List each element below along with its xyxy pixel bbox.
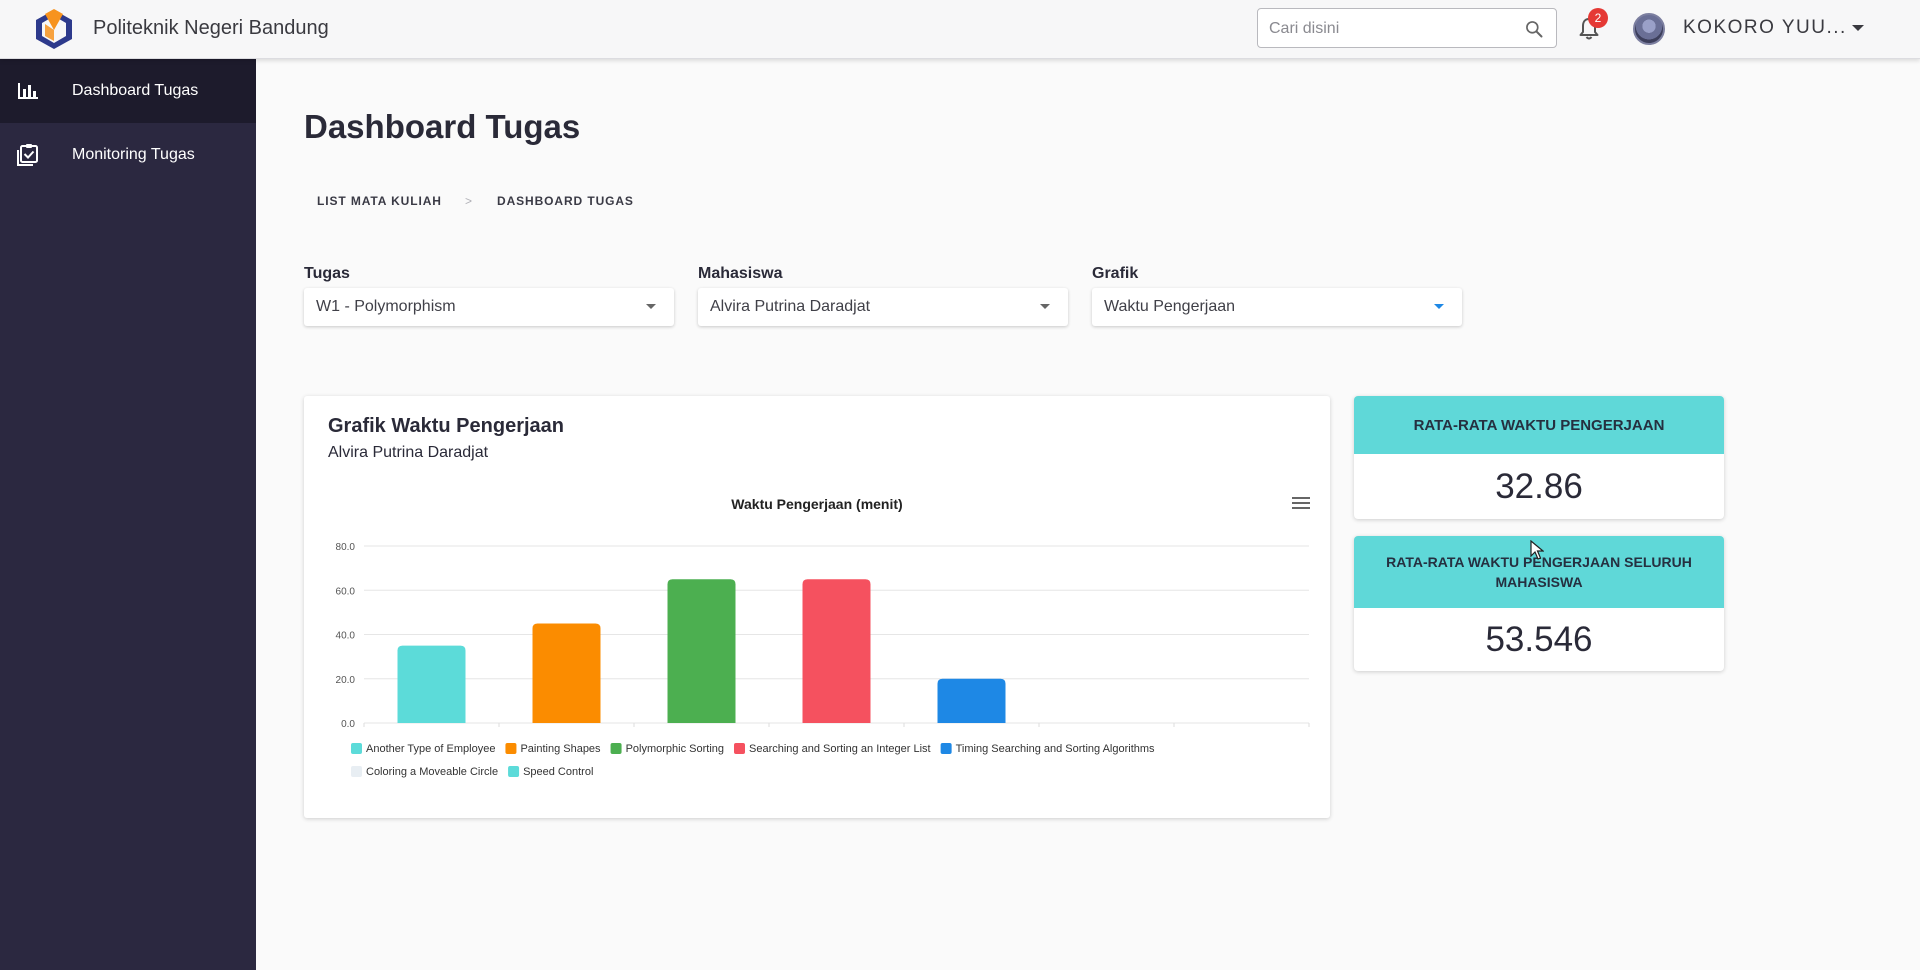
- sidebar-item-label: Monitoring Tugas: [72, 146, 195, 163]
- y-tick-label: 80.0: [336, 542, 356, 553]
- chart-title: Waktu Pengerjaan (menit): [731, 496, 902, 512]
- breadcrumb-item[interactable]: LIST MATA KULIAH: [317, 194, 442, 208]
- stat-card-heading: RATA-RATA WAKTU PENGERJAAN: [1354, 396, 1724, 454]
- legend-swatch: [351, 743, 362, 754]
- y-tick-label: 40.0: [336, 631, 356, 642]
- breadcrumb-item-current: DASHBOARD TUGAS: [497, 194, 634, 208]
- sidebar-item-label: Dashboard Tugas: [72, 82, 199, 99]
- stat-card-value: 32.86: [1495, 466, 1583, 506]
- legend-label: Speed Control: [523, 766, 593, 778]
- y-tick-label: 0.0: [341, 719, 355, 730]
- chart-card: Grafik Waktu Pengerjaan Alvira Putrina D…: [304, 396, 1330, 818]
- dropdown-caret-icon: [1040, 304, 1050, 309]
- mouse-cursor-icon: [1530, 540, 1544, 560]
- legend-swatch: [610, 743, 622, 754]
- y-tick-label: 20.0: [336, 675, 356, 686]
- polban-logo-icon[interactable]: [33, 8, 75, 50]
- mahasiswa-select[interactable]: Alvira Putrina Daradjat: [698, 288, 1068, 326]
- sidebar-item-dashboard-tugas[interactable]: Dashboard Tugas: [0, 59, 256, 123]
- grafik-select-value: Waktu Pengerjaan: [1104, 298, 1236, 315]
- legend-label: Timing Searching and Sorting Algorithms: [956, 743, 1155, 755]
- clipboard-check-icon: [17, 144, 38, 166]
- chevron-down-icon[interactable]: [1852, 25, 1864, 31]
- sidebar: Dashboard Tugas Monitoring Tugas: [0, 59, 256, 970]
- legend-swatch: [351, 766, 362, 777]
- chart-bar: [397, 645, 466, 723]
- user-name[interactable]: KOKORO YUU...: [1683, 17, 1847, 39]
- bar-chart-icon: [18, 83, 38, 99]
- dropdown-caret-icon: [646, 304, 656, 309]
- legend-label: Polymorphic Sorting: [626, 743, 724, 755]
- search-box[interactable]: [1257, 8, 1557, 48]
- page-title: Dashboard Tugas: [304, 108, 581, 145]
- bar-chart: Waktu Pengerjaan (menit) 0.0 20.0 40.0 60.0 8…: [336, 496, 1310, 778]
- mahasiswa-label: Mahasiswa: [698, 265, 783, 282]
- sidebar-item-monitoring-tugas[interactable]: Monitoring Tugas: [0, 123, 256, 187]
- search-input[interactable]: [1269, 18, 1519, 40]
- brand-name[interactable]: Politeknik Negeri Bandung: [93, 17, 329, 40]
- chart-bar: [532, 623, 601, 723]
- legend-label: Searching and Sorting an Integer List: [749, 743, 931, 755]
- stat-card-value: 53.546: [1485, 619, 1593, 659]
- top-bar: Politeknik Negeri Bandung 2 KOKORO YUU..…: [0, 0, 1920, 59]
- user-avatar[interactable]: [1633, 13, 1665, 45]
- search-icon[interactable]: [1524, 19, 1544, 39]
- breadcrumb-separator: >: [465, 194, 473, 208]
- mahasiswa-select-value: Alvira Putrina Daradjat: [710, 298, 871, 315]
- legend-label: Another Type of Employee: [366, 743, 495, 755]
- grafik-select[interactable]: Waktu Pengerjaan: [1092, 288, 1462, 326]
- legend-swatch: [940, 743, 952, 754]
- notification-badge: 2: [1588, 8, 1608, 28]
- legend-swatch: [734, 743, 745, 754]
- chart-bar: [802, 579, 871, 723]
- legend-label: Painting Shapes: [520, 743, 601, 755]
- dropdown-caret-icon: [1434, 304, 1444, 309]
- y-tick-label: 60.0: [336, 586, 356, 597]
- tugas-select[interactable]: W1 - Polymorphism: [304, 288, 674, 326]
- legend-swatch: [505, 743, 517, 754]
- stat-card-average: RATA-RATA WAKTU PENGERJAAN 32.86: [1354, 396, 1724, 519]
- legend-swatch: [508, 766, 520, 777]
- tugas-select-value: W1 - Polymorphism: [316, 298, 456, 315]
- chart-bar: [937, 678, 1006, 723]
- grafik-label: Grafik: [1092, 265, 1139, 282]
- chart-bar: [667, 579, 736, 723]
- tugas-label: Tugas: [304, 265, 350, 282]
- legend-label: Coloring a Moveable Circle: [366, 766, 498, 778]
